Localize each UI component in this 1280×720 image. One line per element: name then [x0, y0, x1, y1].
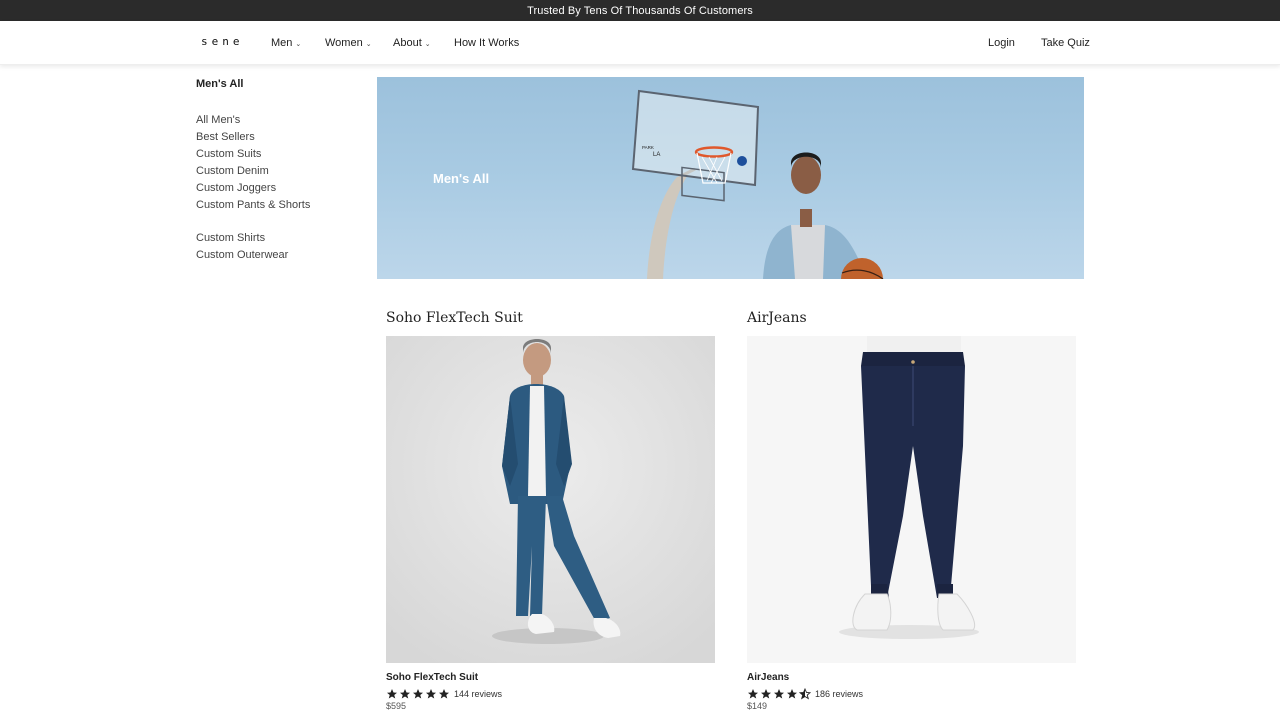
reviews-count[interactable]: 144 reviews [454, 689, 502, 699]
suit-model-illustration [386, 336, 715, 663]
hero-title: Men's All [433, 171, 490, 186]
nav-men-label: Men [271, 37, 293, 49]
nav-how-it-works-label: How It Works [454, 37, 520, 49]
svg-text:PARK: PARK [642, 145, 654, 150]
chevron-down-icon: ⌄ [295, 41, 302, 48]
sidebar-divider-space [196, 214, 366, 230]
product-image-jeans[interactable] [747, 336, 1076, 663]
take-quiz-link[interactable]: Take Quiz [1041, 37, 1090, 49]
sidebar-item-custom-joggers[interactable]: Custom Joggers [196, 180, 366, 197]
chevron-down-icon: ⌄ [365, 41, 372, 48]
star-icon [413, 689, 423, 699]
product-card: Soho FlexTech Suit Soho FlexTech Suit 14… [386, 310, 716, 711]
star-icon [761, 689, 771, 699]
nav-women[interactable]: Women ⌄ [325, 37, 372, 49]
product-name[interactable]: AirJeans [747, 672, 1077, 683]
announcement-bar: Trusted By Tens Of Thousands Of Customer… [0, 0, 1280, 21]
product-price: $149 [747, 701, 768, 711]
sidebar-item-custom-shirts[interactable]: Custom Shirts [196, 230, 366, 247]
rating-row: 186 reviews [747, 688, 1077, 700]
hero-banner: PARK LA Men's All [377, 77, 1084, 279]
login-label: Login [988, 37, 1015, 49]
star-icon [787, 689, 797, 699]
star-icon [748, 689, 758, 699]
svg-text:LA: LA [653, 152, 660, 158]
product-heading[interactable]: Soho FlexTech Suit [386, 310, 716, 336]
nav-how-it-works[interactable]: How It Works [454, 37, 519, 49]
product-card: AirJeans AirJeans 186 reviews $149 [747, 310, 1077, 711]
sidebar-item-best-sellers[interactable]: Best Sellers [196, 129, 366, 146]
top-navigation: sene Men ⌄ Women ⌄ About ⌄ How It Works … [0, 21, 1280, 65]
star-icon [774, 689, 784, 699]
brand-logo[interactable]: sene [201, 35, 244, 48]
announcement-text: Trusted By Tens Of Thousands Of Customer… [527, 4, 753, 17]
star-rating [386, 688, 450, 700]
login-link[interactable]: Login [988, 37, 1015, 49]
category-sidebar: Men's All All Men's Best Sellers Custom … [196, 78, 366, 264]
sidebar-item-custom-outerwear[interactable]: Custom Outerwear [196, 247, 366, 264]
nav-women-label: Women [325, 37, 363, 49]
product-heading[interactable]: AirJeans [747, 310, 1077, 336]
nav-men[interactable]: Men ⌄ [271, 37, 301, 49]
star-icon [439, 689, 449, 699]
star-icon [426, 689, 436, 699]
rating-row: 144 reviews [386, 688, 716, 700]
sidebar-item-all-mens[interactable]: All Men's [196, 112, 366, 129]
chevron-down-icon: ⌄ [424, 41, 431, 48]
half-star-icon [799, 688, 811, 700]
nav-about[interactable]: About ⌄ [393, 37, 431, 49]
star-icon [387, 689, 397, 699]
reviews-count[interactable]: 186 reviews [815, 689, 863, 699]
star-rating [747, 688, 811, 700]
take-quiz-label: Take Quiz [1041, 37, 1090, 49]
sidebar-item-custom-denim[interactable]: Custom Denim [196, 163, 366, 180]
product-image-suit[interactable] [386, 336, 715, 663]
nav-about-label: About [393, 37, 422, 49]
product-price: $595 [386, 701, 407, 711]
sidebar-item-custom-suits[interactable]: Custom Suits [196, 146, 366, 163]
star-icon [400, 689, 410, 699]
sidebar-title: Men's All [196, 78, 244, 90]
product-name[interactable]: Soho FlexTech Suit [386, 672, 716, 683]
sidebar-item-custom-pants-shorts[interactable]: Custom Pants & Shorts [196, 197, 366, 214]
jeans-model-illustration [747, 336, 1076, 663]
